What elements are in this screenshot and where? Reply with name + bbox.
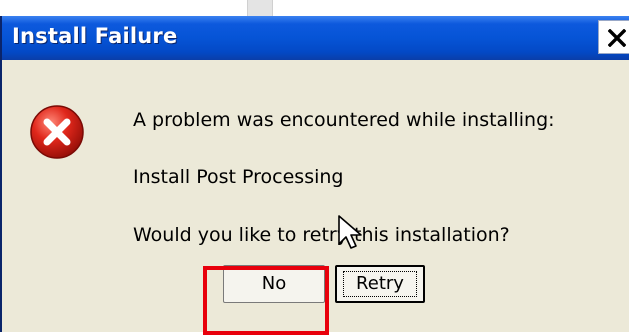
background-strip <box>0 0 629 16</box>
message-line-1: A problem was encountered while installi… <box>133 109 555 131</box>
install-failure-dialog: Install Failure A problem was encountere… <box>0 16 629 335</box>
retry-button[interactable]: Retry <box>335 265 425 303</box>
highlight-box <box>203 266 329 335</box>
close-icon <box>608 29 626 47</box>
error-icon <box>30 105 84 159</box>
background-tab <box>247 0 273 16</box>
dialog-title: Install Failure <box>12 24 178 48</box>
close-button[interactable] <box>598 20 629 54</box>
retry-button-label: Retry <box>343 271 417 297</box>
message-line-3: Would you like to retry this installatio… <box>133 224 510 246</box>
titlebar[interactable]: Install Failure <box>2 16 629 60</box>
cursor-icon <box>338 215 362 249</box>
message-line-2: Install Post Processing <box>133 166 344 188</box>
